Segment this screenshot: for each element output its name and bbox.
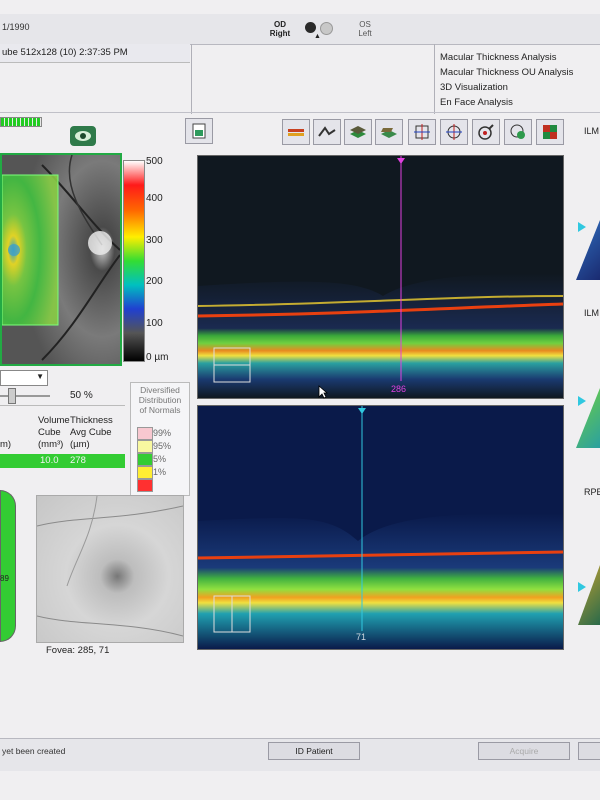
bscan-bottom-slice: 71	[356, 632, 367, 642]
thickness-value: 278	[70, 455, 86, 466]
table-row: 10.0 278	[0, 454, 125, 468]
menu-macular-thickness-ou[interactable]: Macular Thickness OU Analysis	[440, 65, 573, 80]
profile-thumb-3[interactable]	[578, 565, 600, 625]
mouse-cursor-icon	[318, 385, 329, 404]
swatch-5	[137, 453, 153, 466]
dist-title-2: Distribution	[138, 395, 182, 405]
segment-icon[interactable]	[313, 119, 341, 145]
opacity-value: 50 %	[70, 390, 93, 401]
col-volume-unit: (mm³)	[38, 439, 64, 450]
ilm-label-1: ILM	[584, 126, 600, 136]
fovea-label: Fovea: 285, 71	[46, 645, 110, 656]
date-label: 1/1990	[2, 22, 30, 32]
target-icon[interactable]	[440, 119, 468, 145]
menu-macular-thickness[interactable]: Macular Thickness Analysis	[440, 50, 573, 65]
swatch-below-1	[137, 479, 153, 492]
os-eye-icon[interactable]	[320, 22, 333, 35]
colorbar-label-100: 100	[146, 318, 163, 329]
marker-arrow-icon	[578, 222, 586, 232]
divider	[0, 112, 600, 113]
opacity-slider-thumb[interactable]	[8, 388, 16, 404]
swatch-99	[137, 427, 153, 440]
dist-title-3: of Normals	[139, 405, 181, 415]
marker-arrow-icon	[578, 582, 586, 592]
marker-arrow-icon	[578, 396, 586, 406]
col-volume: Volume	[38, 415, 70, 426]
scan-info-bar: ube 512x128 (10) 2:37:35 PM	[0, 44, 190, 63]
scan-info: ube 512x128 (10) 2:37:35 PM	[2, 47, 128, 58]
analysis-menu: Macular Thickness Analysis Macular Thick…	[440, 50, 573, 110]
eye-icon[interactable]	[70, 126, 96, 146]
fundus-image	[36, 495, 184, 643]
registration-icon[interactable]	[472, 119, 500, 145]
etdrs-value: 89	[0, 574, 9, 583]
divider	[0, 405, 125, 406]
status-text: yet been created	[2, 746, 66, 756]
selected-arrow-icon: ▲	[314, 33, 321, 40]
layer-icon[interactable]	[282, 119, 310, 145]
chevron-down-icon: ▼	[36, 372, 44, 381]
grid-icon[interactable]	[536, 119, 564, 145]
thickness-map[interactable]	[0, 153, 122, 366]
right-text: Right	[269, 29, 291, 38]
left-text: Left	[358, 29, 372, 38]
os-text: OS	[359, 20, 371, 29]
menu-3d-visualization[interactable]: 3D Visualization	[440, 80, 573, 95]
overlay-icon[interactable]	[504, 119, 532, 145]
swatch-1	[137, 466, 153, 479]
flip-icon[interactable]	[375, 119, 403, 145]
crosshair-icon[interactable]	[408, 119, 436, 145]
menu-en-face[interactable]: En Face Analysis	[440, 95, 573, 110]
acquire-button[interactable]: Acquire	[478, 742, 570, 760]
overlay-dropdown[interactable]: ▼	[0, 370, 48, 386]
thickness-colorbar	[123, 160, 145, 362]
label-95: 95%	[153, 441, 172, 451]
colorbar-label-300: 300	[146, 235, 163, 246]
report-icon[interactable]	[185, 118, 213, 144]
od-text: OD	[274, 20, 286, 29]
col-thickness-unit: (µm)	[70, 439, 90, 450]
label-1: 1%	[153, 467, 167, 477]
divider	[434, 44, 435, 114]
title-bar	[0, 14, 600, 45]
col-thickness: Thickness	[70, 415, 113, 426]
eye-os-label[interactable]: OS Left	[350, 20, 380, 38]
normal-distribution-legend: Diversified Distribution of Normals 99% …	[130, 382, 190, 496]
volume-value: 10.0	[40, 455, 59, 466]
id-patient-button[interactable]: ID Patient	[268, 742, 360, 760]
col-cube: Cube	[38, 427, 61, 438]
bscan-bottom[interactable]: 71	[197, 405, 564, 650]
eye-od-label[interactable]: OD Right	[265, 20, 295, 38]
etdrs-grid[interactable]	[0, 490, 16, 642]
bscan-top[interactable]: 286	[197, 155, 564, 399]
colorbar-label-0: 0 µm	[146, 352, 169, 363]
col-0-unit: m)	[0, 439, 12, 450]
colorbar-label-500: 500	[146, 156, 163, 167]
dist-title-1: Diversified	[140, 385, 180, 395]
screen: 1/1990 OD Right ▲ OS Left ube 512x128 (1…	[0, 0, 600, 800]
od-eye-icon[interactable]	[305, 22, 316, 33]
bscan-top-slice: 286	[391, 384, 407, 394]
label-5: 5%	[153, 454, 167, 464]
stack-icon[interactable]	[344, 119, 372, 145]
swatch-95	[137, 440, 153, 453]
colorbar-label-200: 200	[146, 276, 163, 287]
next-button[interactable]	[578, 742, 600, 760]
ilm-label-2: ILM	[584, 308, 600, 318]
divider	[191, 44, 192, 114]
col-avg-cube: Avg Cube	[70, 427, 112, 438]
progress-indicator	[0, 117, 42, 127]
colorbar-label-400: 400	[146, 193, 163, 204]
rpe-label: RPE	[584, 487, 600, 497]
label-99: 99%	[153, 428, 172, 438]
